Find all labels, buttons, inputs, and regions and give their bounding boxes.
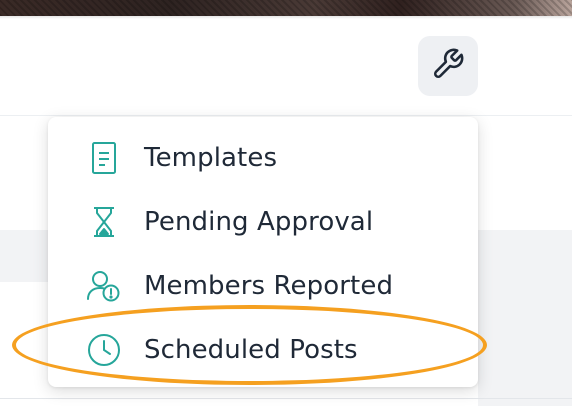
clock-icon xyxy=(84,330,124,370)
menu-item-members-reported[interactable]: Members Reported xyxy=(48,254,478,318)
header-bar xyxy=(0,19,572,115)
wrench-icon xyxy=(431,47,465,85)
tools-button[interactable] xyxy=(418,36,478,96)
menu-item-label: Pending Approval xyxy=(144,207,374,237)
menu-item-label: Members Reported xyxy=(144,271,394,301)
menu-item-label: Scheduled Posts xyxy=(144,335,358,365)
menu-item-label: Templates xyxy=(144,143,278,173)
header-divider xyxy=(0,115,572,116)
background-panel-right xyxy=(478,230,572,406)
page: Templates Pending Approval Members Repor… xyxy=(0,0,572,406)
menu-item-templates[interactable]: Templates xyxy=(48,126,478,190)
tools-dropdown-menu: Templates Pending Approval Members Repor… xyxy=(48,117,478,387)
background-divider xyxy=(0,398,572,399)
hourglass-icon xyxy=(84,202,124,242)
document-icon xyxy=(84,138,124,178)
menu-item-scheduled-posts[interactable]: Scheduled Posts xyxy=(48,318,478,382)
member-alert-icon xyxy=(84,266,124,306)
menu-item-pending-approval[interactable]: Pending Approval xyxy=(48,190,478,254)
banner-image xyxy=(0,0,572,16)
